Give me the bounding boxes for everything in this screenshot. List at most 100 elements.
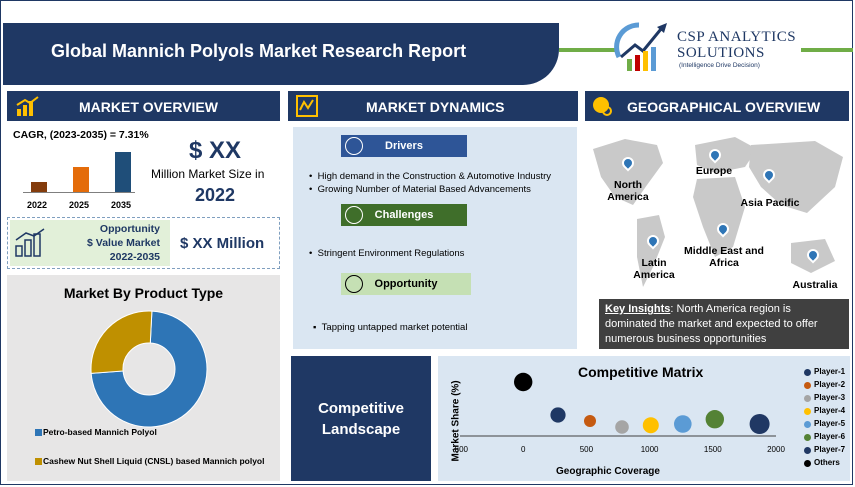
matrix-x-tick: 500	[580, 445, 594, 454]
competitive-matrix-chart: -500 0 500 1000 1500 2000	[452, 372, 785, 454]
product-type-panel: Market By Product Type Petro-based Manni…	[7, 275, 280, 481]
legend-label: Others	[814, 458, 840, 467]
page-title: Global Mannich Polyols Market Research R…	[51, 41, 467, 61]
matrix-bubble	[749, 414, 770, 434]
matrix-legend: Player-1 Player-2 Player-3 Player-4 Player-5…	[800, 366, 850, 478]
legend-label-cnsl: Cashew Nut Shell Liquid (CNSL) based Man…	[43, 456, 265, 466]
opportunity-line1: Opportunity	[99, 223, 160, 235]
market-size-bar	[73, 167, 89, 192]
legend-dot	[804, 421, 811, 428]
competitive-landscape-line2: Landscape	[321, 421, 401, 438]
market-size-caption: Million Market Size in	[151, 167, 265, 181]
matrix-x-tick: -500	[452, 445, 469, 454]
opportunity-line2: $ Value Market	[87, 237, 160, 249]
market-overview-title: MARKET OVERVIEW	[79, 99, 218, 115]
market-dynamics-panel: Drivers • High demand in the Constructio…	[293, 127, 577, 349]
matrix-x-tick: 1500	[704, 445, 722, 454]
competitive-matrix-panel: Competitive Matrix Market Share (%) Geog…	[438, 356, 850, 481]
cagr-text: CAGR, (2023-2035) = 7.31%	[13, 129, 149, 141]
legend-dot	[804, 408, 811, 415]
matrix-x-tick: 1000	[641, 445, 659, 454]
competitive-landscape-line1: Competitive	[318, 400, 404, 417]
market-size-bar-label: 2022	[27, 200, 48, 210]
legend-dot	[804, 460, 811, 467]
legend-dot	[804, 369, 811, 376]
growth-chart-icon	[16, 96, 39, 116]
driver-item-1: • High demand in the Construction & Auto…	[309, 171, 552, 182]
dynamics-chart-icon	[296, 95, 318, 117]
title-banner: Global Mannich Polyols Market Research R…	[3, 23, 559, 85]
market-overview-header: MARKET OVERVIEW	[7, 91, 280, 121]
report-frame: Global Mannich Polyols Market Research R…	[0, 0, 853, 485]
region-latin-america: Latin America	[633, 257, 675, 281]
market-dynamics-title: MARKET DYNAMICS	[366, 99, 505, 115]
key-insights-box: Key Insights: North America region is do…	[599, 299, 849, 349]
legend-label-petro: Petro-based Mannich Polyol	[43, 427, 157, 437]
drivers-pill: Drivers	[341, 135, 467, 157]
matrix-x-label: Geographic Coverage	[556, 466, 660, 477]
legend-label: Player-4	[814, 406, 846, 415]
legend-label: Player-3	[814, 393, 846, 402]
drivers-label: Drivers	[385, 140, 423, 152]
opportunity-line3: 2022-2035	[109, 251, 160, 263]
opportunity-item-1: ▪ Tapping untapped market potential	[313, 322, 468, 333]
challenges-label: Challenges	[374, 209, 434, 221]
product-type-donut	[90, 310, 208, 428]
product-type-title: Market By Product Type	[63, 285, 224, 301]
legend-dot	[804, 382, 811, 389]
region-asia-pacific: Asia Pacific	[740, 197, 800, 209]
region-australia: Australia	[792, 279, 838, 291]
region-north-america: North America	[607, 179, 649, 203]
matrix-x-tick: 0	[521, 445, 526, 454]
opportunity-value: $ XX Million	[180, 235, 265, 252]
legend-dot	[804, 447, 811, 454]
geo-overview-header: GEOGRAPHICAL OVERVIEW	[585, 91, 849, 121]
matrix-bubble	[550, 407, 566, 423]
legend-swatch-petro	[35, 429, 42, 436]
logo-tagline: (Intelligence Drive Decision)	[679, 62, 760, 69]
matrix-bubble	[674, 415, 692, 433]
legend-swatch-cnsl	[35, 458, 42, 465]
region-europe: Europe	[695, 165, 733, 177]
matrix-bubble	[514, 372, 533, 392]
matrix-bubble	[615, 420, 629, 434]
competitive-landscape-box: Competitive Landscape	[291, 356, 431, 481]
key-insights-label: Key Insights	[605, 303, 671, 315]
legend-label: Player-7	[814, 445, 846, 454]
logo-name-2: SOLUTIONS	[677, 45, 765, 61]
legend-label: Player-6	[814, 432, 846, 441]
challenges-pill: Challenges	[341, 204, 467, 226]
matrix-bubble	[642, 417, 659, 434]
market-size-bar-label: 2035	[111, 200, 132, 210]
money-growth-icon	[15, 228, 45, 257]
matrix-bubble	[584, 415, 596, 427]
market-size-value: $ XX	[189, 137, 242, 164]
market-dynamics-header: MARKET DYNAMICS	[288, 91, 578, 121]
market-size-bar	[31, 182, 47, 192]
legend-label: Player-1	[814, 367, 846, 376]
market-size-bars: 2022 2025 2035	[19, 146, 139, 214]
company-logo: CSP ANALYTICS SOLUTIONS (Intelligence Dr…	[609, 17, 819, 75]
challenge-item-1: • Stringent Environment Regulations	[309, 248, 465, 259]
world-map: North America Europe Asia Pacific Latin …	[585, 127, 849, 297]
opportunity-icon	[345, 275, 363, 293]
logo-chart-icon	[614, 22, 667, 71]
geo-overview-title: GEOGRAPHICAL OVERVIEW	[627, 99, 821, 115]
opportunity-pill: Opportunity	[341, 273, 471, 295]
legend-label: Player-2	[814, 380, 846, 389]
globe-icon	[593, 97, 612, 116]
market-size-year: 2022	[195, 185, 236, 205]
challenges-icon	[345, 206, 363, 224]
matrix-bubble	[705, 410, 724, 429]
legend-dot	[804, 395, 811, 402]
logo-name: CSP ANALYTICS	[677, 29, 797, 45]
market-size-bar-label: 2025	[69, 200, 90, 210]
donut-slice	[90, 310, 153, 374]
legend-label: Player-5	[814, 419, 846, 428]
opportunity-box: Opportunity $ Value Market 2022-2035 $ X…	[7, 217, 280, 269]
market-size-axis	[23, 192, 135, 193]
driver-item-2: • Growing Number of Material Based Advan…	[309, 184, 531, 195]
drivers-icon	[345, 137, 363, 155]
region-middle-east-africa: Middle East and Africa	[684, 245, 764, 269]
market-size-bar	[115, 152, 131, 192]
